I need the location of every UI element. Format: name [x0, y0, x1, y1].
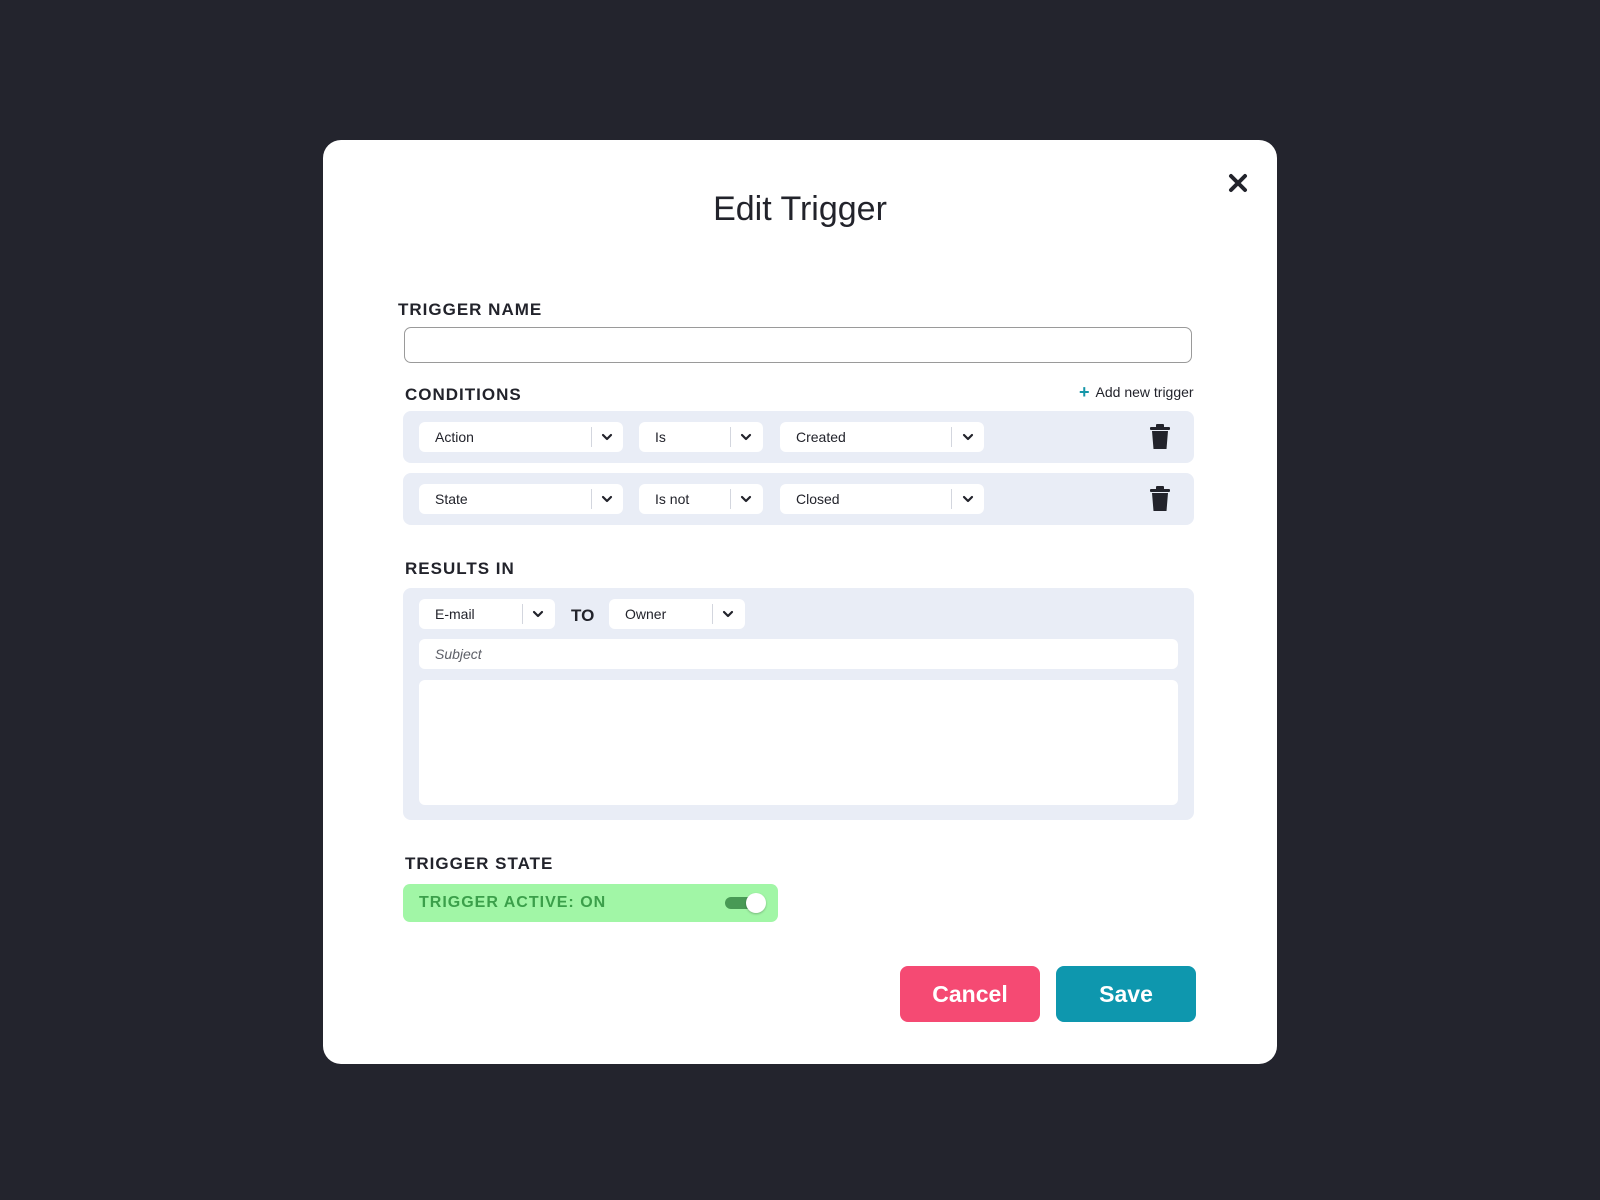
select-value: E-mail — [435, 606, 475, 622]
condition-value-select[interactable]: Closed — [780, 484, 984, 514]
trigger-state-label: TRIGGER STATE — [405, 854, 554, 873]
chevron-down-icon — [722, 610, 734, 618]
trigger-active-toggle[interactable]: TRIGGER ACTIVE: ON — [403, 884, 778, 922]
modal-title: Edit Trigger — [713, 190, 887, 228]
condition-row: State Is not Closed — [403, 473, 1194, 525]
plus-icon: + — [1079, 382, 1090, 402]
select-value: Owner — [625, 606, 667, 622]
condition-row: Action Is Created — [403, 411, 1194, 463]
trash-icon[interactable] — [1149, 486, 1171, 512]
condition-operator-select[interactable]: Is — [639, 422, 763, 452]
add-new-trigger-link[interactable]: + Add new trigger — [1079, 382, 1194, 402]
select-value: State — [435, 491, 468, 507]
to-label: TO — [571, 606, 595, 625]
select-value: Is — [655, 429, 666, 445]
subject-input[interactable] — [419, 639, 1178, 669]
trigger-name-label: TRIGGER NAME — [398, 300, 543, 319]
chevron-down-icon — [740, 495, 752, 503]
condition-operator-select[interactable]: Is not — [639, 484, 763, 514]
toggle-label: TRIGGER ACTIVE: ON — [419, 894, 607, 911]
conditions-label: CONDITIONS — [405, 385, 522, 404]
channel-select[interactable]: E-mail — [419, 599, 555, 629]
trash-icon[interactable] — [1149, 424, 1171, 450]
results-panel: E-mail TO Owner — [403, 588, 1194, 820]
edit-trigger-modal: Edit Trigger TRIGGER NAME CONDITIONS + A… — [323, 140, 1277, 1064]
toggle-knob — [746, 893, 766, 913]
chevron-down-icon — [601, 495, 613, 503]
condition-field-select[interactable]: State — [419, 484, 623, 514]
message-body-textarea[interactable] — [419, 680, 1178, 805]
trigger-name-input[interactable] — [404, 327, 1192, 363]
save-button[interactable]: Save — [1056, 966, 1196, 1022]
condition-value-select[interactable]: Created — [780, 422, 984, 452]
select-value: Action — [435, 429, 474, 445]
condition-field-select[interactable]: Action — [419, 422, 623, 452]
toggle-switch[interactable] — [725, 893, 766, 913]
select-value: Is not — [655, 491, 690, 507]
chevron-down-icon — [532, 610, 544, 618]
chevron-down-icon — [962, 433, 974, 441]
select-value: Created — [796, 429, 846, 445]
recipient-select[interactable]: Owner — [609, 599, 745, 629]
chevron-down-icon — [601, 433, 613, 441]
chevron-down-icon — [962, 495, 974, 503]
chevron-down-icon — [740, 433, 752, 441]
results-in-label: RESULTS IN — [405, 559, 515, 578]
cancel-button[interactable]: Cancel — [900, 966, 1040, 1022]
add-new-trigger-label: Add new trigger — [1095, 384, 1194, 400]
select-value: Closed — [796, 491, 840, 507]
